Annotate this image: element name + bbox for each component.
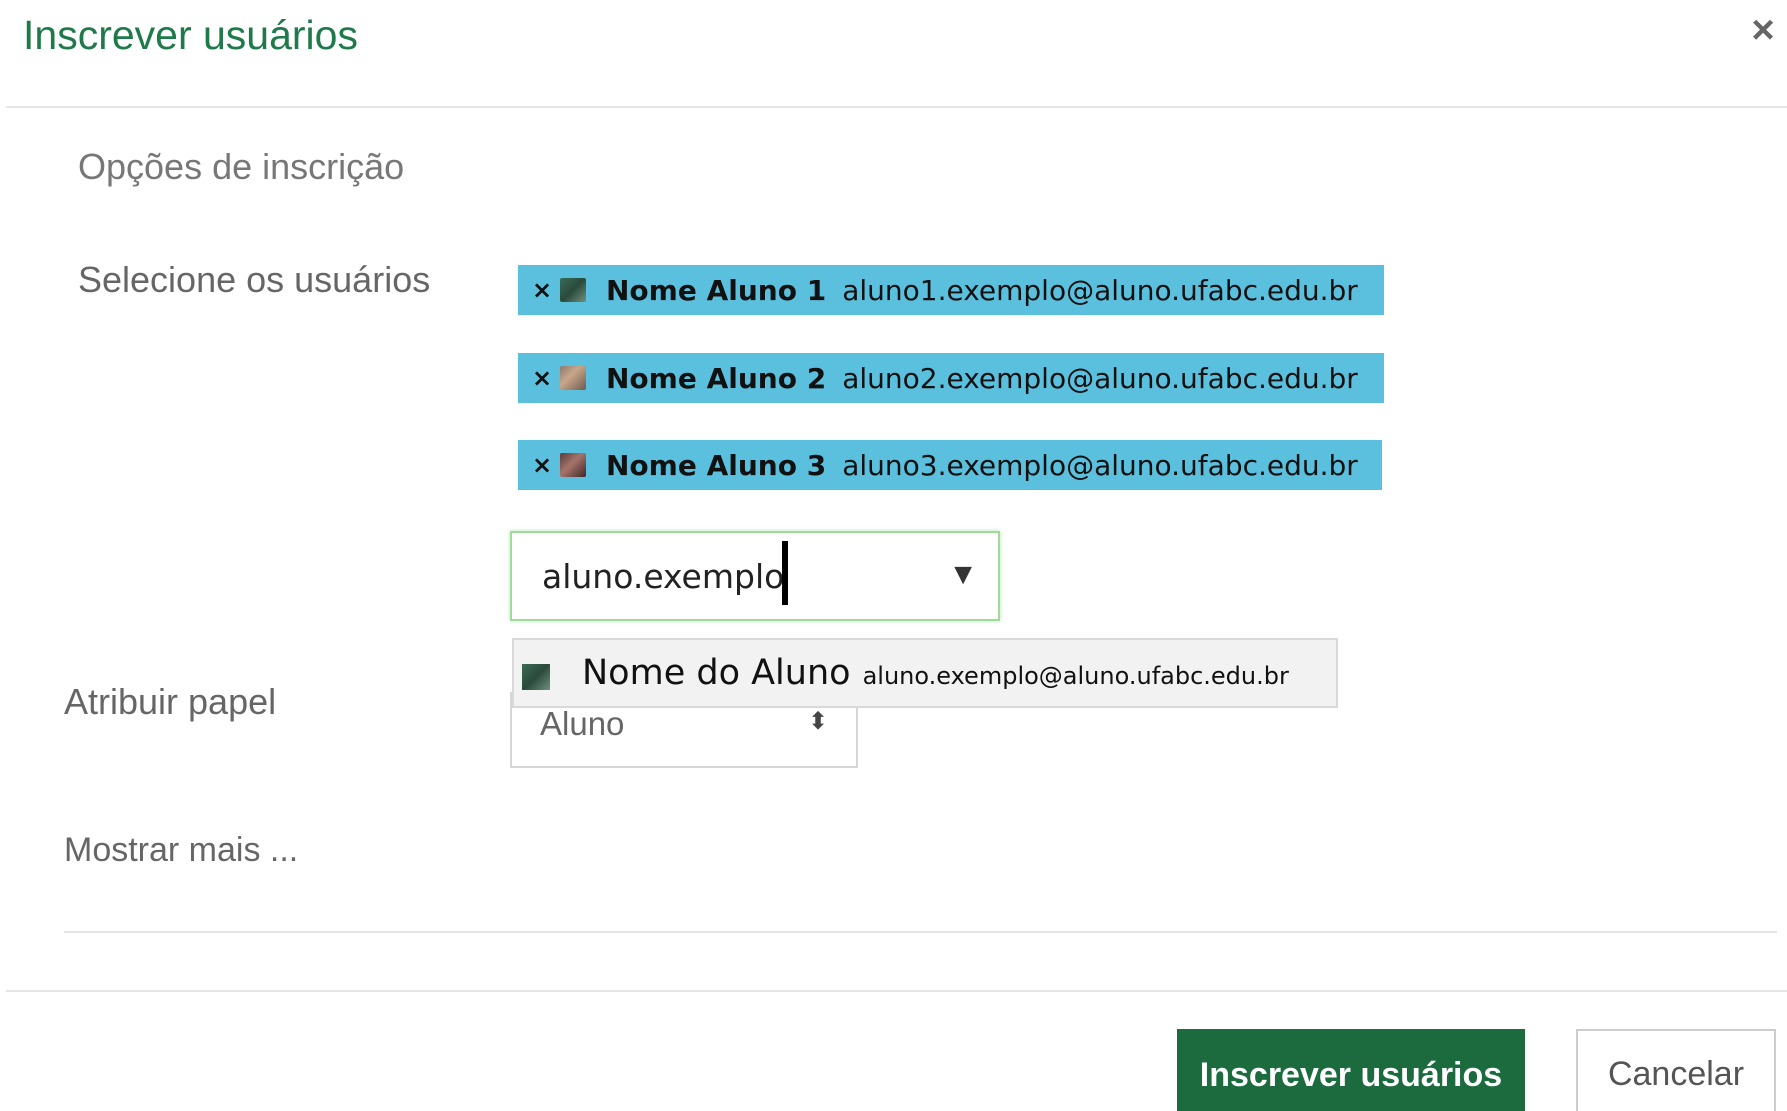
selected-user-chip: × Nome Aluno 1 aluno1.exemplo@aluno.ufab… bbox=[518, 265, 1384, 315]
options-divider bbox=[64, 931, 1777, 933]
user-avatar bbox=[560, 453, 586, 477]
cancel-button[interactable]: Cancelar bbox=[1576, 1029, 1776, 1111]
dialog-title: Inscrever usuários bbox=[23, 12, 358, 58]
close-icon[interactable]: × bbox=[1745, 8, 1781, 52]
text-cursor bbox=[782, 541, 788, 605]
suggestion-name: Nome do Aluno bbox=[582, 653, 851, 693]
selected-user-chip: × Nome Aluno 2 aluno2.exemplo@aluno.ufab… bbox=[518, 353, 1384, 403]
show-more-link[interactable]: Mostrar mais ... bbox=[64, 828, 298, 872]
selected-user-chip: × Nome Aluno 3 aluno3.exemplo@aluno.ufab… bbox=[518, 440, 1382, 490]
enrol-users-button[interactable]: Inscrever usuários bbox=[1177, 1029, 1525, 1111]
user-search-input[interactable] bbox=[542, 551, 902, 601]
user-name: Nome Aluno 3 bbox=[606, 448, 827, 482]
remove-user-icon[interactable]: × bbox=[532, 276, 554, 304]
user-search-combobox[interactable]: ▼ bbox=[510, 531, 1000, 621]
user-avatar bbox=[522, 664, 550, 690]
user-avatar bbox=[560, 278, 586, 302]
role-selected-value: Aluno bbox=[540, 705, 625, 742]
select-arrows-icon: ⬍ bbox=[807, 708, 828, 735]
user-email: aluno1.exemplo@aluno.ufabc.edu.br bbox=[842, 273, 1358, 307]
user-email: aluno2.exemplo@aluno.ufabc.edu.br bbox=[842, 361, 1358, 395]
remove-user-icon[interactable]: × bbox=[532, 451, 554, 479]
remove-user-icon[interactable]: × bbox=[532, 364, 554, 392]
select-users-label: Selecione os usuários bbox=[78, 259, 431, 300]
enrol-users-dialog: Inscrever usuários × Opções de inscrição… bbox=[0, 0, 1787, 1111]
suggestion-email: aluno.exemplo@aluno.ufabc.edu.br bbox=[862, 662, 1289, 690]
enrolment-options-heading: Opções de inscrição bbox=[78, 146, 405, 187]
user-suggestion-option[interactable]: Nome do Aluno aluno.exemplo@aluno.ufabc.… bbox=[512, 638, 1338, 708]
assign-role-label: Atribuir papel bbox=[64, 681, 277, 722]
footer-divider bbox=[6, 990, 1787, 992]
user-name: Nome Aluno 1 bbox=[606, 273, 827, 307]
user-name: Nome Aluno 2 bbox=[606, 361, 827, 395]
user-email: aluno3.exemplo@aluno.ufabc.edu.br bbox=[842, 448, 1358, 482]
user-avatar bbox=[560, 366, 586, 390]
header-divider bbox=[6, 106, 1787, 108]
dropdown-arrow-icon[interactable]: ▼ bbox=[948, 555, 978, 595]
